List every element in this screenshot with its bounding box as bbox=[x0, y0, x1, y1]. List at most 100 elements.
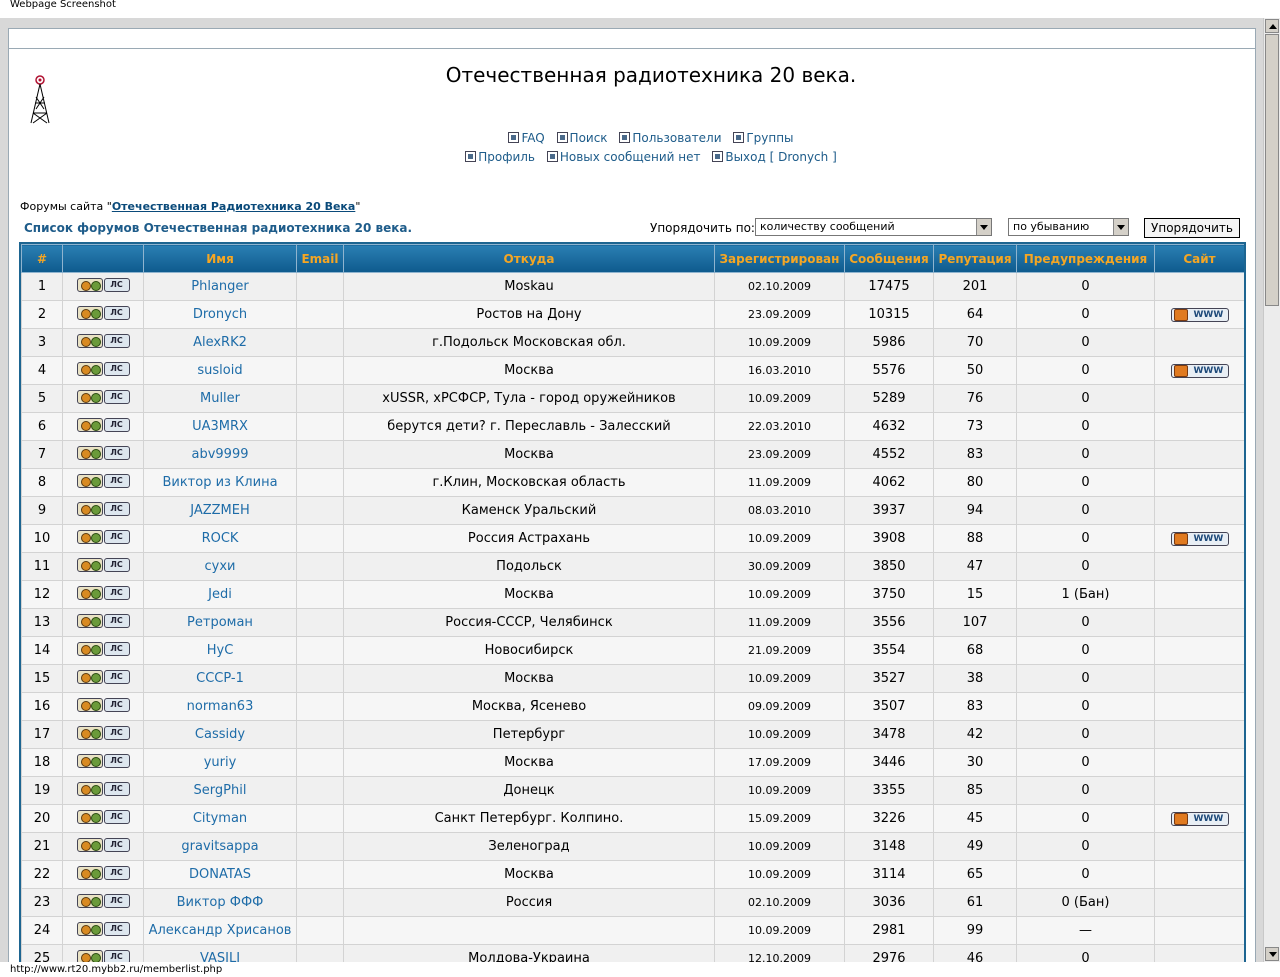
nav-search-link[interactable]: Поиск bbox=[556, 131, 608, 145]
scrollbar-thumb[interactable] bbox=[1265, 34, 1279, 306]
private-message-button[interactable]: ЛС bbox=[103, 277, 130, 292]
username-link[interactable]: gravitsappa bbox=[181, 839, 258, 854]
private-message-button[interactable]: ЛС bbox=[103, 389, 130, 404]
user-profile-icon[interactable] bbox=[76, 557, 103, 572]
username-link[interactable]: AlexRK2 bbox=[193, 335, 247, 350]
username-link[interactable]: Dronych bbox=[193, 307, 247, 322]
user-profile-icon[interactable] bbox=[76, 277, 103, 292]
private-message-button[interactable]: ЛС bbox=[103, 781, 130, 796]
user-profile-icon[interactable] bbox=[76, 445, 103, 460]
website-button[interactable]: WWW bbox=[1170, 531, 1229, 546]
username-link[interactable]: Виктор из Клина bbox=[162, 475, 277, 490]
user-profile-icon[interactable] bbox=[76, 781, 103, 796]
private-message-button[interactable]: ЛС bbox=[103, 613, 130, 628]
private-message-button[interactable]: ЛС bbox=[103, 501, 130, 516]
username-link[interactable]: Ретроман bbox=[187, 615, 253, 630]
user-profile-icon[interactable] bbox=[76, 333, 103, 348]
user-profile-icon[interactable] bbox=[76, 417, 103, 432]
header-posts[interactable]: Сообщения bbox=[844, 244, 934, 273]
private-message-button[interactable]: ЛС bbox=[103, 557, 130, 572]
private-message-button[interactable]: ЛС bbox=[103, 669, 130, 684]
user-profile-icon[interactable] bbox=[76, 501, 103, 516]
user-profile-icon[interactable] bbox=[76, 389, 103, 404]
sort-order-select[interactable]: по убыванию bbox=[1008, 218, 1129, 236]
username-link[interactable]: DONATAS bbox=[189, 867, 251, 882]
user-profile-icon[interactable] bbox=[76, 893, 103, 908]
username-link[interactable]: yuriy bbox=[204, 755, 237, 770]
user-profile-icon[interactable] bbox=[76, 305, 103, 320]
private-message-button[interactable]: ЛС bbox=[103, 725, 130, 740]
username-link[interactable]: Александр Хрисанов bbox=[149, 923, 292, 938]
nav-profile-link[interactable]: Профиль bbox=[465, 150, 535, 164]
username-link[interactable]: Виктор ФФФ bbox=[177, 895, 264, 910]
user-profile-icon[interactable] bbox=[76, 585, 103, 600]
scroll-up-icon[interactable] bbox=[1265, 19, 1279, 33]
private-message-button[interactable]: ЛС bbox=[103, 585, 130, 600]
username-link[interactable]: norman63 bbox=[187, 699, 254, 714]
username-link[interactable]: susloid bbox=[197, 363, 242, 378]
private-message-button[interactable]: ЛС bbox=[103, 809, 130, 824]
private-message-button[interactable]: ЛС bbox=[103, 305, 130, 320]
username-link[interactable]: JAZZMEH bbox=[190, 503, 250, 518]
private-message-button[interactable]: ЛС bbox=[103, 697, 130, 712]
vertical-scrollbar[interactable] bbox=[1263, 18, 1280, 962]
nav-groups-link[interactable]: Группы bbox=[733, 131, 794, 145]
private-message-button[interactable]: ЛС bbox=[103, 641, 130, 656]
user-profile-icon[interactable] bbox=[76, 809, 103, 824]
sort-field-select[interactable]: количеству сообщений bbox=[755, 218, 992, 236]
private-message-button[interactable]: ЛС bbox=[103, 921, 130, 936]
nav-faq-link[interactable]: FAQ bbox=[508, 131, 545, 145]
username-link[interactable]: ROCK bbox=[202, 531, 239, 546]
username-link[interactable]: Jedi bbox=[208, 587, 232, 602]
user-profile-icon[interactable] bbox=[76, 865, 103, 880]
private-message-button[interactable]: ЛС bbox=[103, 753, 130, 768]
private-message-button[interactable]: ЛС bbox=[103, 417, 130, 432]
private-message-button[interactable]: ЛС bbox=[103, 473, 130, 488]
header-warnings[interactable]: Предупреждения bbox=[1016, 244, 1155, 273]
private-message-button[interactable]: ЛС bbox=[103, 949, 130, 962]
chevron-down-icon[interactable] bbox=[1113, 219, 1128, 235]
website-button[interactable]: WWW bbox=[1170, 307, 1229, 322]
username-link[interactable]: Cityman bbox=[193, 811, 247, 826]
private-message-button[interactable]: ЛС bbox=[103, 361, 130, 376]
header-reputation[interactable]: Репутация bbox=[933, 244, 1017, 273]
username-link[interactable]: Muller bbox=[200, 391, 240, 406]
nav-new-messages-link[interactable]: Новых сообщений нет bbox=[546, 150, 701, 164]
user-profile-icon[interactable] bbox=[76, 753, 103, 768]
user-profile-icon[interactable] bbox=[76, 921, 103, 936]
private-message-button[interactable]: ЛС bbox=[103, 529, 130, 544]
private-message-button[interactable]: ЛС bbox=[103, 893, 130, 908]
user-profile-icon[interactable] bbox=[76, 361, 103, 376]
website-button[interactable]: WWW bbox=[1170, 363, 1229, 378]
user-profile-icon[interactable] bbox=[76, 529, 103, 544]
username-link[interactable]: Phlanger bbox=[191, 279, 249, 294]
username-link[interactable]: UA3MRX bbox=[192, 419, 248, 434]
user-profile-icon[interactable] bbox=[76, 697, 103, 712]
user-profile-icon[interactable] bbox=[76, 641, 103, 656]
header-location[interactable]: Откуда bbox=[343, 244, 715, 273]
user-profile-icon[interactable] bbox=[76, 613, 103, 628]
header-registered[interactable]: Зарегистрирован bbox=[714, 244, 845, 273]
username-link[interactable]: VASILI bbox=[200, 951, 240, 962]
sort-button[interactable]: Упорядочить bbox=[1144, 218, 1240, 238]
username-link[interactable]: сухи bbox=[205, 559, 236, 574]
user-profile-icon[interactable] bbox=[76, 725, 103, 740]
nav-logout-link[interactable]: Выход [ Dronych ] bbox=[712, 150, 837, 164]
private-message-button[interactable]: ЛС bbox=[103, 865, 130, 880]
username-link[interactable]: SergPhil bbox=[194, 783, 247, 798]
header-name[interactable]: Имя bbox=[143, 244, 297, 273]
header-email[interactable]: Email bbox=[296, 244, 344, 273]
private-message-button[interactable]: ЛС bbox=[103, 333, 130, 348]
username-link[interactable]: CCCP-1 bbox=[196, 671, 244, 686]
user-profile-icon[interactable] bbox=[76, 669, 103, 684]
user-profile-icon[interactable] bbox=[76, 837, 103, 852]
user-profile-icon[interactable] bbox=[76, 473, 103, 488]
username-link[interactable]: abv9999 bbox=[192, 447, 249, 462]
breadcrumb-forum-link[interactable]: Отечественная Радиотехника 20 Века bbox=[112, 200, 356, 213]
username-link[interactable]: Cassidy bbox=[195, 727, 245, 742]
user-profile-icon[interactable] bbox=[76, 949, 103, 962]
website-button[interactable]: WWW bbox=[1170, 811, 1229, 826]
chevron-down-icon[interactable] bbox=[976, 219, 991, 235]
private-message-button[interactable]: ЛС bbox=[103, 445, 130, 460]
header-website[interactable]: Сайт bbox=[1154, 244, 1244, 273]
